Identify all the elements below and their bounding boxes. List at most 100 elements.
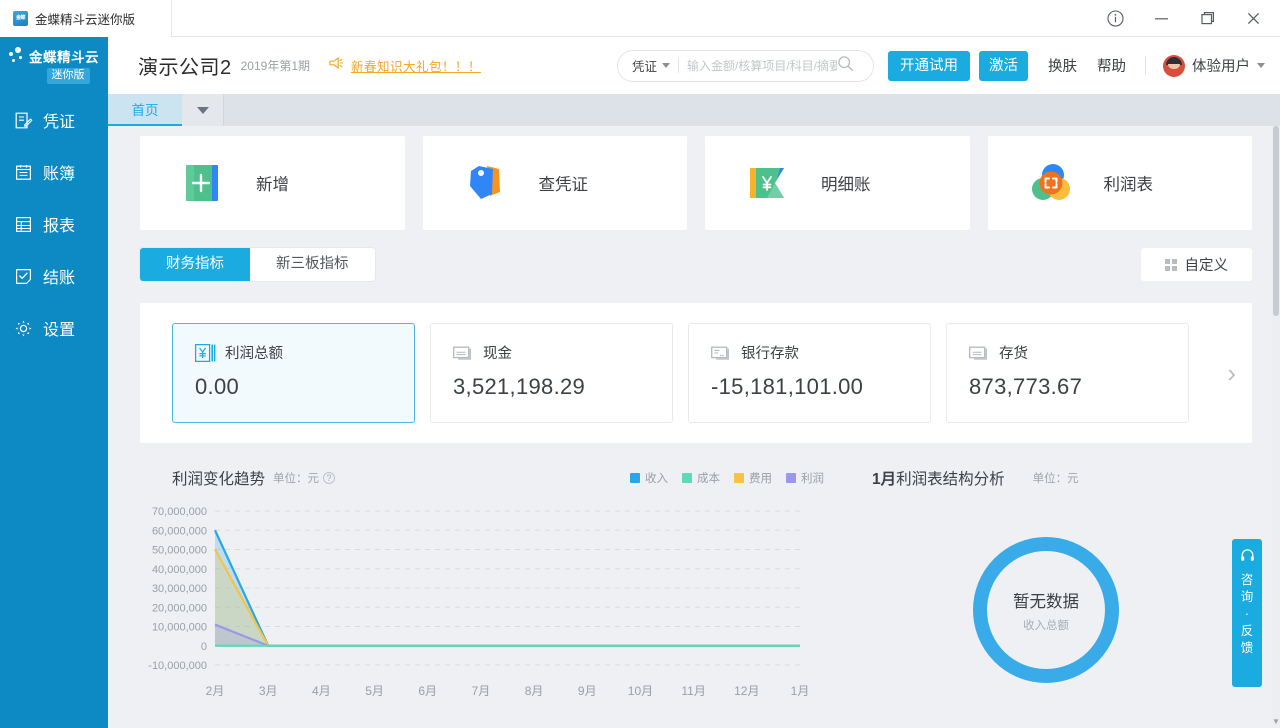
feedback-tab[interactable]: 咨 询 · 反 馈: [1232, 539, 1262, 687]
user-name: 体验用户: [1192, 55, 1250, 76]
kpi-card-inventory[interactable]: 存货 873,773.67: [946, 323, 1189, 423]
profit-trend-chart: 利润变化趋势 单位：元 ? 收入 成本 费用: [140, 451, 840, 712]
megaphone-icon: [328, 56, 344, 75]
chart-legend: 收入 成本 费用 利润: [630, 470, 840, 486]
kpi-value: 0.00: [195, 374, 414, 400]
y-tick-label: 10,000,000: [152, 622, 207, 634]
empty-state-sub: 收入总额: [1013, 617, 1079, 633]
quick-action-new[interactable]: 新增: [140, 136, 405, 230]
minimize-icon[interactable]: [1138, 0, 1184, 36]
window-controls: [1092, 0, 1280, 36]
legend-item-expense[interactable]: 费用: [734, 470, 772, 486]
x-tick-label: 3月: [259, 684, 278, 698]
quick-action-income-statement[interactable]: 利润表: [988, 136, 1253, 230]
sidebar-item-settings[interactable]: 设置: [0, 302, 108, 354]
search-input[interactable]: [687, 59, 837, 73]
report-icon: [14, 215, 33, 234]
y-tick-label: -10,000,000: [148, 660, 207, 672]
kpi-title: 利润总额: [225, 342, 283, 363]
activate-button[interactable]: 激活: [979, 51, 1028, 81]
content-scrollbar[interactable]: ▲ ▼: [1272, 126, 1280, 728]
kpi-row: 利润总额 0.00 现金 3,521,198.29: [140, 323, 1252, 423]
sidebar-item-label: 设置: [43, 316, 75, 340]
avatar: [1163, 55, 1185, 77]
kpi-card-cash[interactable]: 现金 3,521,198.29: [430, 323, 673, 423]
sidebar-item-label: 结账: [43, 264, 75, 288]
customize-button[interactable]: 自定义: [1141, 248, 1253, 281]
brand-name: 金蝶精斗云: [29, 46, 99, 66]
info-icon[interactable]: [1092, 0, 1138, 36]
sidebar-item-label: 账簿: [43, 160, 75, 184]
sidebar-item-voucher[interactable]: 凭证: [0, 94, 108, 146]
chart-title-rest: 利润表结构分析: [896, 471, 1005, 488]
maximize-icon[interactable]: [1184, 0, 1230, 36]
chart-unit: 单位：元: [273, 470, 319, 486]
brand-dots-icon: [9, 47, 26, 64]
x-tick-label: 1月: [791, 684, 810, 698]
area-chart-svg: 70,000,00060,000,00050,000,00040,000,000…: [140, 497, 840, 712]
main-content: 新增 查凭证: [108, 126, 1272, 728]
bank-icon: [711, 344, 732, 362]
voucher-icon: [14, 111, 33, 130]
help-link[interactable]: 帮助: [1097, 55, 1126, 76]
search-scope-select[interactable]: 凭证: [632, 56, 670, 75]
scrollbar-thumb[interactable]: [1273, 126, 1279, 316]
donut-wrap: 暂无数据 收入总额: [840, 515, 1252, 705]
profit-structure-header: 1月利润表结构分析 单位：元: [840, 451, 1252, 489]
customize-label: 自定义: [1185, 254, 1229, 275]
kpi-card-bank-deposit[interactable]: 银行存款 -15,181,101.00: [688, 323, 931, 423]
profit-icon: [195, 344, 216, 362]
question-icon[interactable]: ?: [323, 472, 335, 484]
tab-neeq-indicators[interactable]: 新三板指标: [250, 248, 375, 281]
gear-icon: [14, 319, 33, 338]
sidebar-item-checkout[interactable]: 结账: [0, 250, 108, 302]
circles-icon: [1026, 158, 1076, 208]
quick-action-label: 查凭证: [539, 171, 589, 195]
y-tick-label: 40,000,000: [152, 564, 207, 576]
indicator-tabs: 财务指标 新三板指标: [140, 248, 375, 281]
quick-action-detail-ledger[interactable]: 明细账: [705, 136, 970, 230]
feedback-char: 反: [1241, 624, 1254, 639]
application-window: 金蝶 金蝶精斗云迷你版 金蝶精斗云: [0, 0, 1280, 728]
kpi-section: 利润总额 0.00 现金 3,521,198.29: [140, 303, 1252, 443]
caret-down-icon[interactable]: ▼: [1272, 717, 1280, 726]
chevron-right-icon[interactable]: ›: [1227, 360, 1236, 386]
kpi-title: 存货: [999, 342, 1028, 363]
window-titlebar: 金蝶 金蝶精斗云迷你版: [0, 0, 1280, 37]
change-skin-link[interactable]: 换肤: [1048, 55, 1077, 76]
kpi-value: -15,181,101.00: [711, 374, 930, 400]
tags-icon: [461, 158, 511, 208]
window-tab[interactable]: 金蝶 金蝶精斗云迷你版: [0, 0, 172, 37]
tab-home[interactable]: 首页: [108, 94, 182, 126]
start-trial-button[interactable]: 开通试用: [888, 51, 970, 81]
notice-text[interactable]: 新春知识大礼包！！！: [351, 56, 481, 75]
kpi-card-total-profit[interactable]: 利润总额 0.00: [172, 323, 415, 423]
sidebar-item-ledger[interactable]: 账簿: [0, 146, 108, 198]
inventory-icon: [969, 344, 990, 362]
legend-item-cost[interactable]: 成本: [682, 470, 720, 486]
search-icon[interactable]: [837, 55, 854, 77]
tabstrip-dropdown[interactable]: [182, 94, 224, 126]
ledger-icon: [14, 163, 33, 182]
app-header: 金蝶精斗云 迷你版 演示公司2 2019年第1期 新春知识大礼包！！！ 凭证 开…: [0, 37, 1280, 94]
x-tick-label: 8月: [525, 684, 544, 698]
checkout-icon: [14, 267, 33, 286]
feedback-char: 咨: [1241, 573, 1254, 588]
charts-row: 利润变化趋势 单位：元 ? 收入 成本 费用: [140, 451, 1252, 712]
close-icon[interactable]: [1230, 0, 1276, 36]
global-search[interactable]: 凭证: [617, 50, 874, 82]
cash-icon: [453, 344, 474, 362]
legend-item-profit[interactable]: 利润: [786, 470, 824, 486]
quick-action-row: 新增 查凭证: [140, 136, 1252, 230]
legend-item-revenue[interactable]: 收入: [630, 470, 668, 486]
quick-action-search-voucher[interactable]: 查凭证: [423, 136, 688, 230]
profit-trend-header: 利润变化趋势 单位：元 ? 收入 成本 费用: [140, 451, 840, 489]
notice-banner[interactable]: 新春知识大礼包！！！: [328, 56, 481, 75]
tab-financial-indicators[interactable]: 财务指标: [140, 248, 250, 281]
empty-state-text: 暂无数据: [1013, 588, 1079, 612]
user-menu[interactable]: 体验用户: [1163, 55, 1265, 77]
donut-center-label: 暂无数据 收入总额: [1013, 588, 1079, 633]
headset-icon: [1240, 548, 1255, 567]
sidebar-item-report[interactable]: 报表: [0, 198, 108, 250]
sidebar-item-label: 凭证: [43, 108, 75, 132]
